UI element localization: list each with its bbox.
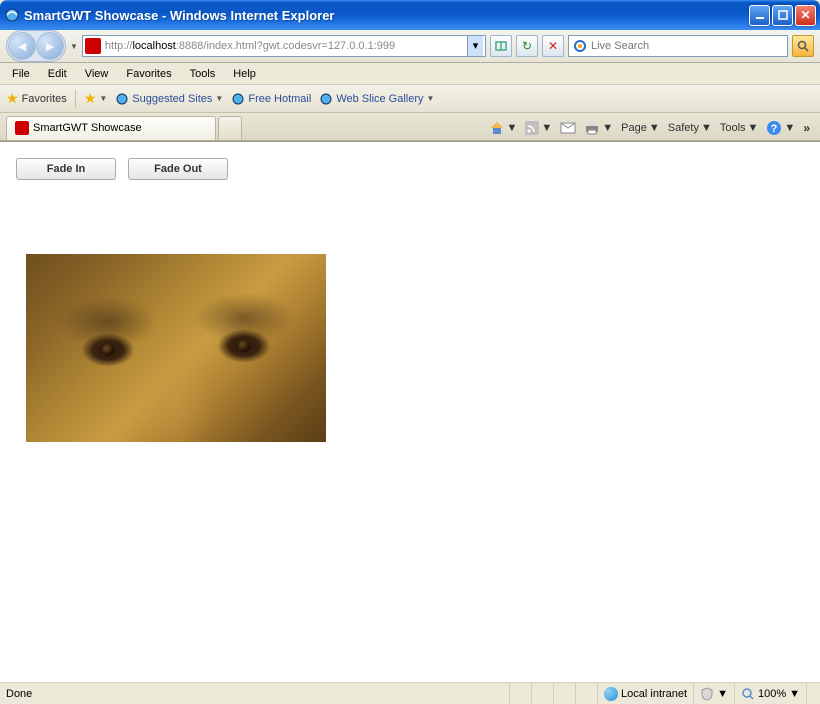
rss-icon bbox=[525, 121, 539, 135]
url-text: http://localhost:8888/index.html?gwt.cod… bbox=[105, 40, 467, 52]
ie-page-icon bbox=[319, 92, 333, 106]
search-go-button[interactable] bbox=[792, 35, 814, 57]
new-tab-button[interactable] bbox=[218, 116, 242, 140]
demo-image bbox=[26, 254, 326, 442]
magnifier-icon bbox=[797, 40, 809, 52]
menu-edit[interactable]: Edit bbox=[40, 66, 75, 82]
url-dropdown[interactable]: ▾ bbox=[467, 36, 483, 56]
separator bbox=[75, 90, 76, 108]
minimize-button[interactable] bbox=[749, 5, 770, 26]
resize-grip[interactable] bbox=[806, 683, 820, 704]
status-pane bbox=[531, 683, 553, 704]
search-box[interactable]: Live Search bbox=[568, 35, 788, 57]
status-pane bbox=[509, 683, 531, 704]
maximize-button[interactable] bbox=[772, 5, 793, 26]
ie-page-icon bbox=[115, 92, 129, 106]
recent-pages-dropdown[interactable]: ▼ bbox=[70, 42, 78, 51]
search-placeholder: Live Search bbox=[591, 40, 649, 52]
fade-out-button[interactable]: Fade Out bbox=[128, 158, 228, 180]
home-button[interactable]: ▼ bbox=[489, 120, 518, 136]
status-pane bbox=[575, 683, 597, 704]
window-titlebar: SmartGWT Showcase - Windows Internet Exp… bbox=[0, 0, 820, 30]
help-icon: ? bbox=[766, 120, 782, 136]
add-favorite-button[interactable]: ★▼ bbox=[84, 90, 107, 107]
favorites-bar: ★Favorites ★▼ Suggested Sites▼ Free Hotm… bbox=[0, 85, 820, 113]
tools-menu[interactable]: Tools▼ bbox=[720, 122, 759, 134]
protected-mode-button[interactable]: ▼ bbox=[693, 683, 734, 704]
page-menu[interactable]: Page▼ bbox=[621, 122, 660, 134]
magnifier-icon bbox=[741, 687, 755, 701]
tab-title: SmartGWT Showcase bbox=[33, 122, 142, 134]
ie-logo-icon bbox=[4, 7, 20, 23]
refresh-button[interactable]: ↻ bbox=[516, 35, 538, 57]
svg-text:?: ? bbox=[771, 123, 778, 135]
address-bar[interactable]: http://localhost:8888/index.html?gwt.cod… bbox=[82, 35, 486, 57]
page-content: Fade In Fade Out bbox=[0, 141, 820, 682]
home-icon bbox=[489, 120, 505, 136]
star-icon: ★ bbox=[6, 90, 19, 107]
shield-icon bbox=[700, 687, 714, 701]
feeds-button[interactable]: ▼ bbox=[525, 121, 552, 135]
read-mail-button[interactable] bbox=[560, 122, 576, 134]
web-slice-gallery-link[interactable]: Web Slice Gallery▼ bbox=[319, 92, 434, 106]
menu-file[interactable]: File bbox=[4, 66, 38, 82]
print-button[interactable]: ▼ bbox=[584, 121, 613, 135]
window-title: SmartGWT Showcase - Windows Internet Exp… bbox=[24, 8, 749, 23]
mail-icon bbox=[560, 122, 576, 134]
site-icon bbox=[85, 38, 101, 54]
zoom-control[interactable]: 100% ▼ bbox=[734, 683, 806, 704]
suggested-sites-link[interactable]: Suggested Sites▼ bbox=[115, 92, 223, 106]
menu-tools[interactable]: Tools bbox=[182, 66, 224, 82]
favorites-button[interactable]: ★Favorites bbox=[6, 90, 67, 107]
star-add-icon: ★ bbox=[84, 90, 97, 107]
close-button[interactable]: ✕ bbox=[795, 5, 816, 26]
fade-in-button[interactable]: Fade In bbox=[16, 158, 116, 180]
menu-view[interactable]: View bbox=[77, 66, 117, 82]
status-pane bbox=[553, 683, 575, 704]
safety-menu[interactable]: Safety▼ bbox=[668, 122, 712, 134]
tab-bar: SmartGWT Showcase ▼ ▼ ▼ Page▼ Safety▼ To… bbox=[0, 113, 820, 141]
printer-icon bbox=[584, 121, 600, 135]
menu-bar: File Edit View Favorites Tools Help bbox=[0, 63, 820, 85]
menu-help[interactable]: Help bbox=[225, 66, 264, 82]
free-hotmail-link[interactable]: Free Hotmail bbox=[231, 92, 311, 106]
back-button[interactable]: ◄ bbox=[8, 32, 36, 60]
stop-button[interactable]: ✕ bbox=[542, 35, 564, 57]
status-text: Done bbox=[0, 683, 509, 704]
help-button[interactable]: ?▼ bbox=[766, 120, 795, 136]
tab-smartgwt-showcase[interactable]: SmartGWT Showcase bbox=[6, 116, 216, 140]
menu-favorites[interactable]: Favorites bbox=[118, 66, 179, 82]
toolbar-overflow-button[interactable]: » bbox=[803, 121, 810, 135]
forward-button[interactable]: ► bbox=[36, 32, 64, 60]
status-bar: Done Local intranet ▼ 100% ▼ bbox=[0, 682, 820, 704]
ie-page-icon bbox=[231, 92, 245, 106]
bing-icon bbox=[573, 39, 587, 53]
zone-icon bbox=[604, 687, 618, 701]
compat-view-button[interactable] bbox=[490, 35, 512, 57]
site-icon bbox=[15, 121, 29, 135]
nav-toolbar: ◄ ► ▼ http://localhost:8888/index.html?g… bbox=[0, 30, 820, 63]
security-zone[interactable]: Local intranet bbox=[597, 683, 693, 704]
